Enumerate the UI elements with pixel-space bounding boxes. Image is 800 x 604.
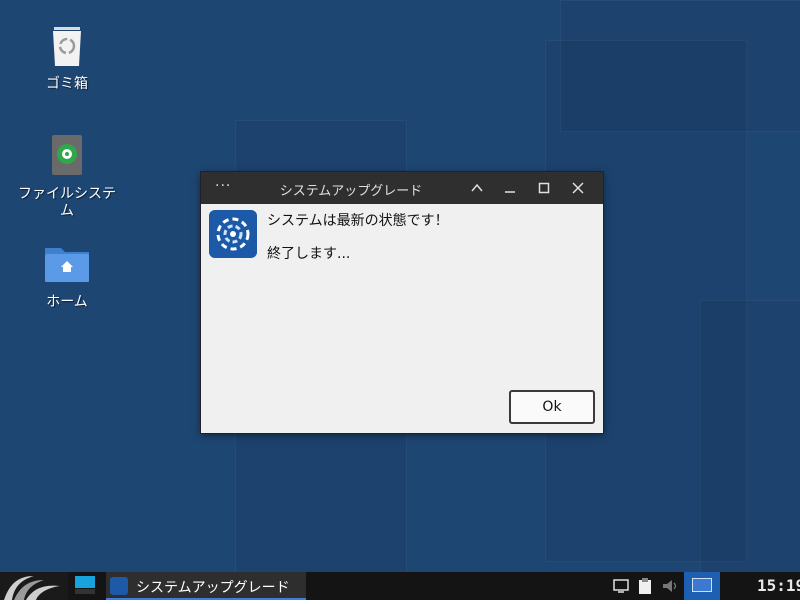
upgrade-app-icon — [110, 577, 128, 595]
clipboard-icon — [639, 578, 651, 594]
workspace-1[interactable] — [692, 578, 712, 592]
workspace-switcher[interactable] — [684, 572, 720, 600]
status-message: システムは最新の状態です！ — [267, 213, 449, 229]
trash-icon — [53, 27, 81, 66]
upgrade-dialog: ··· システムアップグレード システムは最新の状態です！ 終了します... O… — [201, 172, 603, 433]
maximize-icon — [538, 182, 550, 194]
volume-icon — [663, 580, 677, 592]
close-button[interactable] — [566, 176, 590, 200]
taskbar-item-label: システムアップグレード — [136, 580, 290, 596]
desktop-icon-home[interactable]: ホーム — [17, 242, 117, 311]
dialog-titlebar[interactable]: ··· システムアップグレード — [201, 172, 603, 204]
desktop: ゴミ箱 ファイルシステム ホーム ··· システムアップグレード システムは最新… — [0, 0, 800, 572]
desktop-icon-label: ホーム — [46, 294, 88, 310]
desktop-icon-label: ファイルシステム — [18, 186, 116, 219]
tray-volume[interactable] — [661, 577, 679, 595]
home-folder-icon — [45, 248, 89, 282]
desktop-icon — [75, 576, 95, 594]
desktop-icon-trash[interactable]: ゴミ箱 — [17, 24, 117, 93]
tray-display[interactable] — [612, 577, 630, 595]
start-menu-button[interactable] — [0, 572, 68, 600]
close-icon — [572, 182, 584, 194]
taskbar-item-system-upgrade[interactable]: システムアップグレード — [106, 572, 306, 600]
minimize-button[interactable] — [498, 176, 522, 200]
window-menu-button[interactable]: ··· — [215, 178, 231, 194]
chevron-up-icon — [471, 183, 483, 192]
minimize-icon — [505, 191, 515, 193]
exit-message: 終了します... — [267, 246, 351, 262]
ok-button[interactable]: Ok — [509, 390, 595, 424]
drive-icon — [52, 135, 82, 175]
shade-button[interactable] — [465, 176, 489, 200]
show-desktop-button[interactable] — [74, 575, 96, 595]
taskbar: システムアップグレード 15:19 — [0, 572, 800, 600]
tray-clipboard[interactable] — [636, 577, 654, 595]
maximize-button[interactable] — [532, 176, 556, 200]
upgrade-app-icon — [209, 210, 257, 258]
dialog-title: システムアップグレード — [279, 184, 423, 199]
background-panel — [700, 300, 800, 572]
clock[interactable]: 15:19 — [757, 576, 800, 595]
desktop-icon-label: ゴミ箱 — [46, 76, 88, 92]
desktop-icon-filesystem[interactable]: ファイルシステム — [17, 134, 117, 220]
monitor-icon — [613, 579, 629, 593]
distro-logo-icon — [4, 576, 60, 600]
